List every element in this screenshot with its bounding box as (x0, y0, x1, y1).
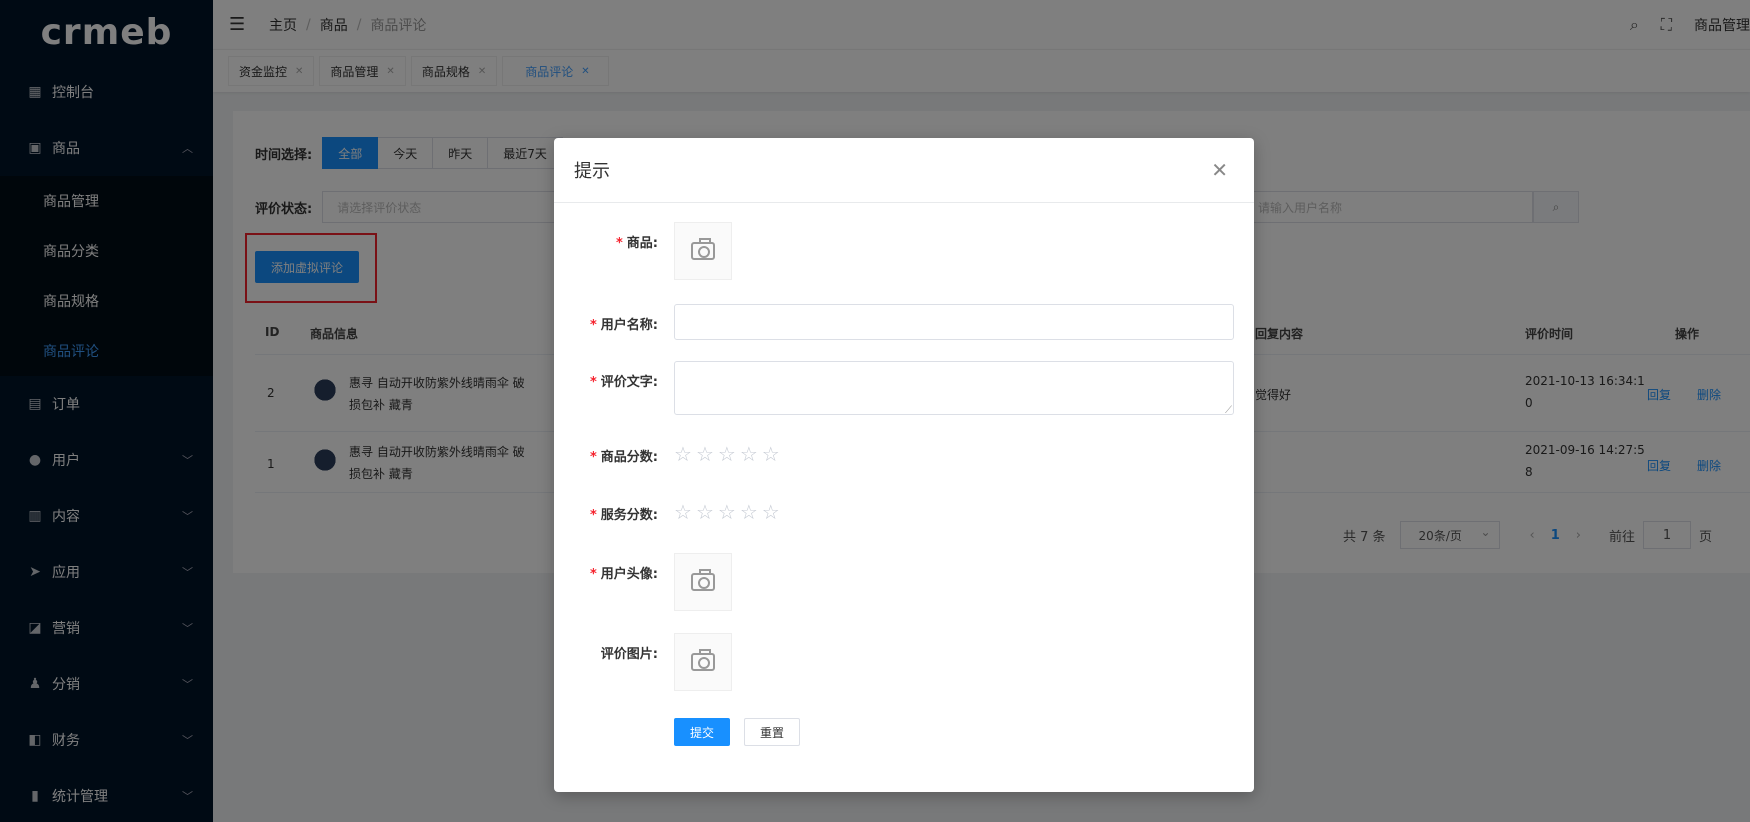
star-icon[interactable]: ☆ (696, 444, 714, 464)
username-input[interactable] (674, 304, 1234, 340)
product-score-rating: ☆ ☆ ☆ ☆ ☆ (674, 444, 784, 464)
comment-textarea[interactable] (674, 361, 1234, 416)
star-icon[interactable]: ☆ (718, 502, 736, 522)
star-icon[interactable]: ☆ (674, 444, 692, 464)
camera-icon (691, 649, 715, 671)
star-icon[interactable]: ☆ (718, 444, 736, 464)
service-score-rating: ☆ ☆ ☆ ☆ ☆ (674, 502, 784, 522)
star-icon[interactable]: ☆ (674, 502, 692, 522)
avatar-upload[interactable] (674, 553, 732, 611)
submit-button[interactable]: 提交 (674, 718, 730, 746)
product-upload[interactable] (674, 222, 732, 280)
images-label: 评价图片: (600, 647, 658, 662)
images-upload[interactable] (674, 633, 732, 691)
star-icon[interactable]: ☆ (696, 502, 714, 522)
reset-button[interactable]: 重置 (744, 718, 800, 746)
star-icon[interactable]: ☆ (740, 502, 758, 522)
camera-icon (691, 569, 715, 591)
star-icon[interactable]: ☆ (740, 444, 758, 464)
add-review-modal: 提示 ✕ *商品: *用户名称: *评价文字: *商品分数: ☆ ☆ ☆ ☆ ☆… (554, 138, 1254, 792)
star-icon[interactable]: ☆ (762, 444, 780, 464)
modal-title: 提示 (574, 161, 610, 182)
star-icon[interactable]: ☆ (762, 502, 780, 522)
close-icon[interactable]: ✕ (1211, 158, 1228, 182)
camera-icon (691, 238, 715, 260)
